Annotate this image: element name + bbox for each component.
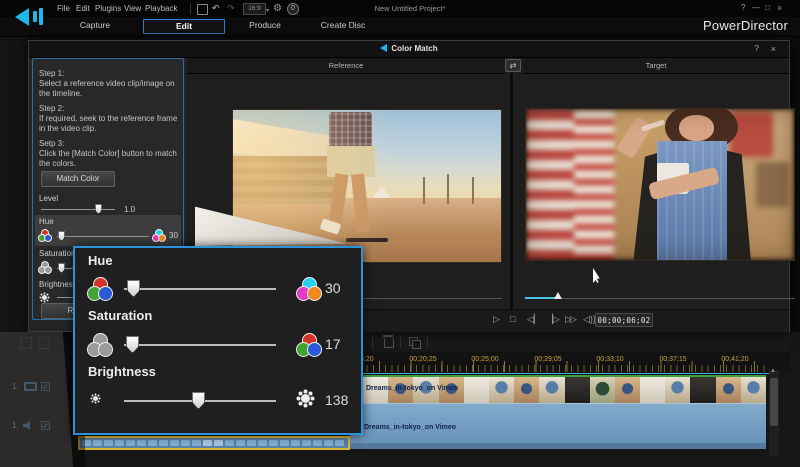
target-seek-thumb[interactable] <box>554 292 562 299</box>
magnifier-brightness-thumb[interactable] <box>192 392 205 409</box>
target-video-frame <box>525 108 795 261</box>
saturation-slider-thumb[interactable] <box>58 263 65 273</box>
tab-produce[interactable]: Produce <box>227 19 303 32</box>
dialog-close-button[interactable]: × <box>771 44 776 54</box>
hue-value: 30 <box>169 231 178 240</box>
help-button[interactable]: ? <box>741 3 745 12</box>
step3-title: Setp 3: <box>39 139 64 148</box>
settings-gear-icon[interactable]: ⚙ <box>273 3 282 14</box>
magnifier-saturation-thumb[interactable] <box>126 336 139 353</box>
fast-forward-icon[interactable]: ▷▷ <box>565 314 575 325</box>
clip-segment-blocks <box>82 440 346 446</box>
level-slider-thumb[interactable] <box>95 204 102 214</box>
menu-edit[interactable]: Edit <box>76 4 90 13</box>
magnifier-hue-thumb[interactable] <box>127 280 140 297</box>
magnifier-brightness-value: 138 <box>325 392 348 408</box>
magnifier-saturation-slider[interactable] <box>124 344 276 346</box>
level-slider[interactable] <box>41 209 115 210</box>
project-title: New Untitled Project* <box>340 4 480 13</box>
level-label: Level <box>39 194 58 203</box>
magnifier-brightness-high-icon <box>301 394 310 403</box>
brightness-low-icon <box>42 295 47 300</box>
step3-body: Click the [Match Color] button to match … <box>39 149 179 168</box>
mode-tab-bar: Capture Edit Produce Create Disc PowerDi… <box>0 17 800 37</box>
step2-title: Step 2: <box>39 104 64 113</box>
target-seek-bar[interactable] <box>525 298 795 299</box>
ruler-major-ticks <box>348 361 768 372</box>
step1-body: Select a reference video clip/image on t… <box>39 79 179 98</box>
magnifier-saturation-value: 17 <box>325 336 341 352</box>
title-bar: File Edit Plugins View Playback ↶ ↷ 16:9… <box>0 0 800 17</box>
tab-edit[interactable]: Edit <box>143 19 225 34</box>
playhead-line <box>348 373 770 374</box>
magnifier-hue-label: Hue <box>88 253 113 268</box>
dialog-help-button[interactable]: ? <box>755 44 759 53</box>
magnifier-brightness-low-icon <box>93 396 98 401</box>
timeline-scrollbar[interactable]: ▲ <box>769 370 779 456</box>
close-button[interactable]: × <box>777 3 782 13</box>
play-icon[interactable]: ▷ <box>493 314 500 325</box>
menu-view[interactable]: View <box>124 4 141 13</box>
magnifier-hue-result-icon <box>296 277 322 301</box>
magnifier-hue-slider[interactable] <box>124 288 276 290</box>
menu-file[interactable]: File <box>57 4 70 13</box>
duplicate-clip-icon[interactable] <box>409 337 418 346</box>
hue-result-rgb-icon <box>152 229 166 242</box>
dialog-logo-icon <box>380 44 387 52</box>
target-pane-header: Target <box>523 58 789 74</box>
next-frame-icon[interactable]: ▕▷ <box>546 314 560 325</box>
stop-icon[interactable]: □ <box>510 314 515 324</box>
magnifier-hue-source-icon <box>87 277 113 301</box>
hue-slider[interactable] <box>57 236 149 237</box>
dimmed-left-strip <box>0 36 28 332</box>
tab-create-disc[interactable]: Create Disc <box>303 19 383 32</box>
pane-divider <box>510 73 513 331</box>
audio-clip-label: Dreams_in-tokyo_on Vimeo <box>364 424 456 431</box>
scroll-up-icon[interactable]: ▲ <box>770 368 776 374</box>
magnifier-popup: Hue 30 Saturation 17 Brightness 138 <box>73 246 363 435</box>
saturation-source-icon <box>38 261 52 274</box>
volume-icon[interactable]: ◁)) <box>583 314 596 325</box>
magnifier-brightness-label: Brightness <box>88 364 156 379</box>
video-clip-label: Dreams_in-tokyo_on Vimeo <box>366 385 458 392</box>
menu-plugins[interactable]: Plugins <box>95 4 121 13</box>
toolbar-separator <box>190 3 191 14</box>
reference-pane-header: Reference <box>187 58 505 74</box>
brightness-label: Brightness <box>39 280 77 289</box>
magnifier-saturation-label: Saturation <box>88 308 152 323</box>
magnifier-hue-value: 30 <box>325 280 341 296</box>
video-clip[interactable]: Dreams_in-tokyo_on Vimeo <box>363 375 766 403</box>
audio-clip[interactable]: Dreams_in-tokyo_on Vimeo <box>350 403 766 449</box>
dialog-title: Color Match <box>29 44 789 53</box>
aspect-ratio-select[interactable]: 16:9 <box>243 3 266 15</box>
save-icon[interactable] <box>197 4 208 15</box>
undo-icon[interactable]: ↶ <box>212 3 220 14</box>
previous-frame-icon[interactable]: ◁▏ <box>527 314 541 325</box>
aspect-dropdown-icon[interactable]: ▾ <box>266 6 269 17</box>
dialog-header[interactable]: Color Match ? × <box>29 41 789 58</box>
minimize-button[interactable]: — <box>752 3 760 12</box>
redo-icon[interactable]: ↷ <box>227 3 235 14</box>
brand-logotype: PowerDirector <box>703 18 788 33</box>
selected-clip[interactable] <box>78 436 350 450</box>
level-value: 1.0 <box>124 205 135 214</box>
app-logo-icon <box>14 2 48 33</box>
magnifier-saturation-result-icon <box>296 333 322 357</box>
timecode-display: 00;00;06;02 <box>595 313 653 327</box>
match-color-button[interactable]: Match Color <box>41 171 115 187</box>
swap-reference-target-button[interactable]: ⇄ <box>505 59 521 72</box>
maximize-button[interactable]: □ <box>765 3 770 12</box>
menu-playback[interactable]: Playback <box>145 4 177 13</box>
notification-badge[interactable]: 0 <box>287 3 299 15</box>
delete-clip-icon[interactable] <box>384 338 394 348</box>
powerdirector-window: File Edit Plugins View Playback ↶ ↷ 16:9… <box>0 0 800 467</box>
tab-capture[interactable]: Capture <box>55 19 135 32</box>
scrollbar-thumb[interactable] <box>770 378 778 426</box>
step1-title: Step 1: <box>39 69 64 78</box>
hue-source-rgb-icon <box>38 229 52 242</box>
saturation-label: Saturation <box>39 249 75 258</box>
step2-body: If required, seek to the reference frame… <box>39 114 179 133</box>
magnifier-saturation-source-icon <box>87 333 113 357</box>
hue-label: Hue <box>39 217 54 226</box>
